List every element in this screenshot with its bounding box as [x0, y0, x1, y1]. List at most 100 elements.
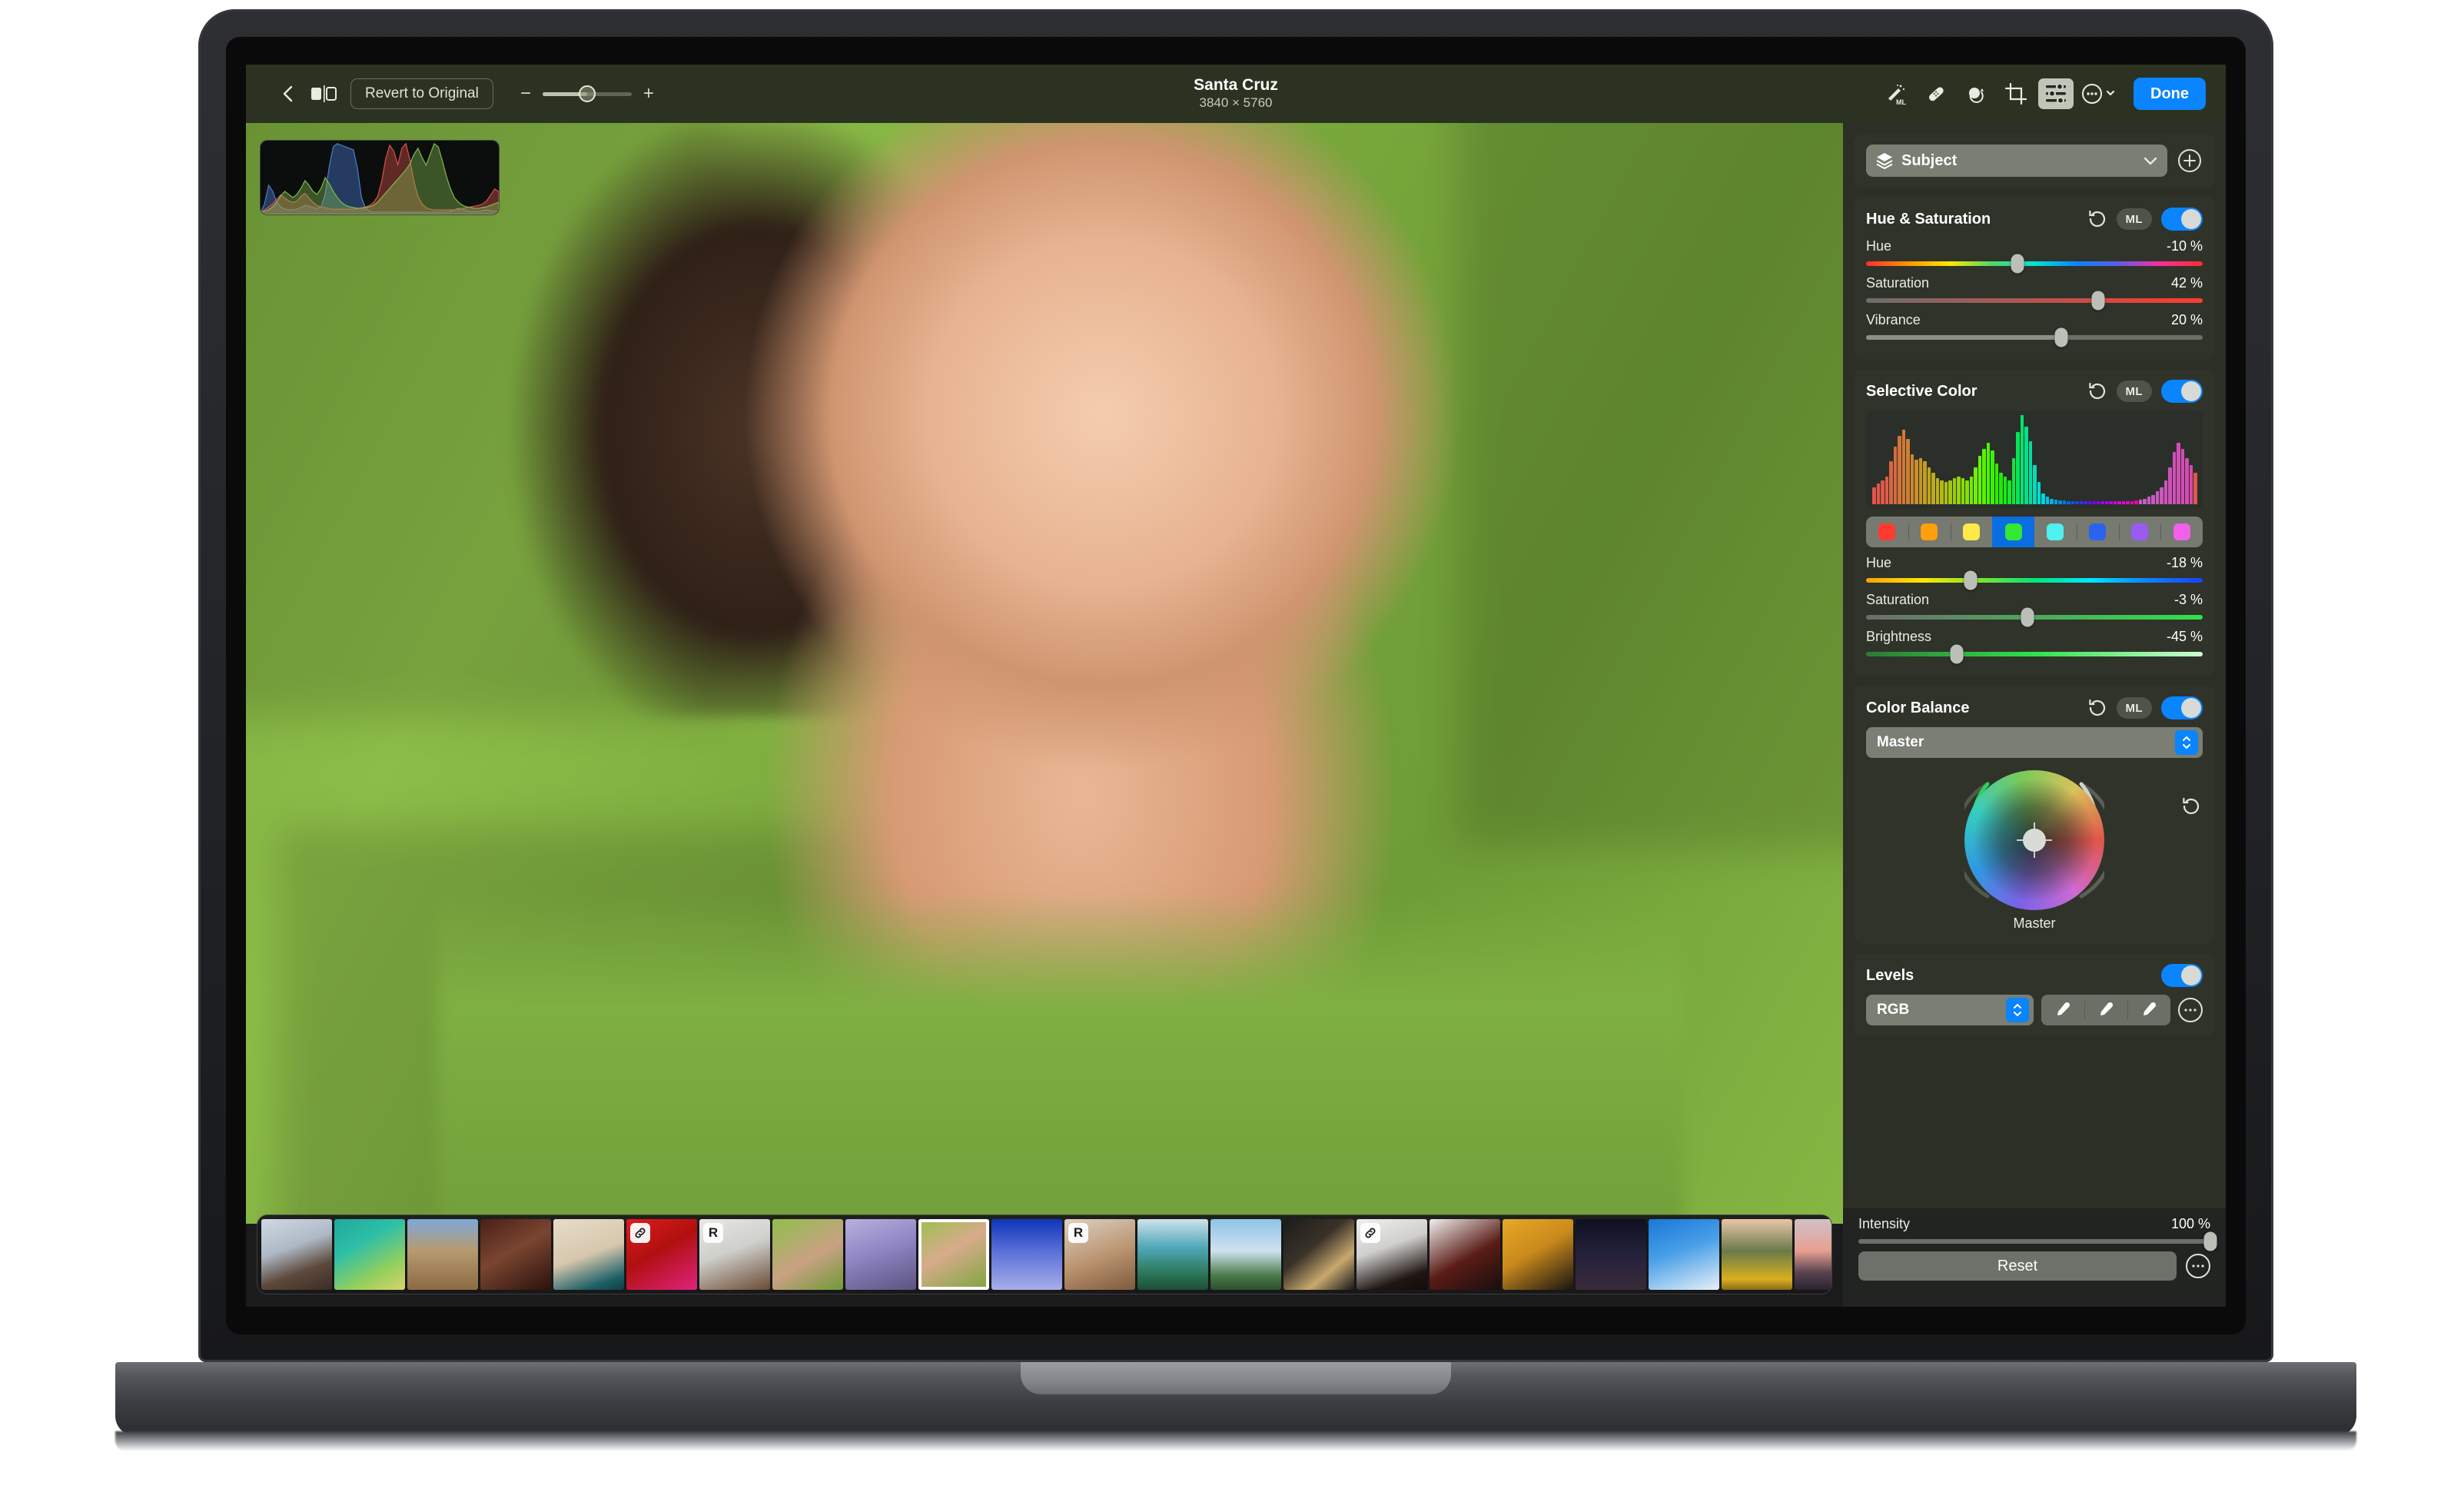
hue-histogram-bar — [1931, 472, 1935, 504]
filmstrip-thumbnail[interactable] — [1137, 1219, 1208, 1290]
hue-histogram-bar — [2087, 501, 2091, 504]
color-balance-mode-select[interactable]: Master — [1866, 727, 2203, 758]
gray-point-eyedropper-button[interactable] — [2084, 995, 2127, 1025]
filmstrip-thumbnail[interactable]: R — [699, 1219, 770, 1290]
zoom-slider[interactable] — [542, 85, 632, 102]
revert-arrow-icon[interactable] — [2087, 698, 2107, 718]
hue-saturation-vibrance-slider[interactable] — [1866, 327, 2203, 347]
wheel-handle[interactable] — [2023, 829, 2046, 852]
selective-color-saturation-knob[interactable] — [2021, 607, 2034, 627]
intensity-slider[interactable] — [1858, 1231, 2217, 1251]
color-balance-toggle[interactable] — [2161, 696, 2203, 719]
done-button[interactable]: Done — [2134, 78, 2206, 110]
swatch-cyan[interactable] — [2034, 517, 2077, 547]
hue-histogram-bar — [1948, 480, 1952, 504]
hue-saturation-vibrance-knob[interactable] — [2054, 327, 2068, 347]
swatch-green[interactable] — [1992, 517, 2034, 547]
swatch-blue[interactable] — [2076, 517, 2119, 547]
hue-histogram-bar — [2003, 476, 2007, 504]
color-balance-ml-button[interactable]: ML — [2116, 697, 2152, 719]
swatch-yellow[interactable] — [1950, 517, 1993, 547]
selective-color-brightness-knob[interactable] — [1950, 644, 1964, 664]
zoom-in-button[interactable]: + — [643, 83, 655, 105]
swatch-red[interactable] — [1866, 517, 1908, 547]
revert-to-original-button[interactable]: Revert to Original — [350, 78, 493, 109]
retouch-button[interactable] — [1918, 78, 1954, 109]
filmstrip-thumbnail[interactable] — [1503, 1219, 1573, 1290]
filmstrip-thumbnail[interactable] — [407, 1219, 478, 1290]
add-adjustment-button[interactable] — [2177, 148, 2203, 174]
swatch-purple[interactable] — [2118, 517, 2161, 547]
levels-channel-select[interactable]: RGB — [1866, 995, 2034, 1025]
adjustments-inspector: Subject Hue & Saturation ML Hue -10 % Sa… — [1843, 123, 2226, 1307]
photo-canvas[interactable] — [246, 123, 1843, 1224]
footer-more-button[interactable] — [2186, 1254, 2210, 1278]
selection-popup-button[interactable]: Subject — [1866, 145, 2167, 177]
filmstrip-thumbnail[interactable] — [480, 1219, 551, 1290]
hue-saturation-hue-knob[interactable] — [2011, 254, 2024, 274]
hue-histogram-bar — [2045, 497, 2049, 504]
filmstrip-thumbnail[interactable] — [1357, 1219, 1427, 1290]
selective-color-hue-slider[interactable] — [1866, 570, 2203, 590]
back-button[interactable] — [271, 78, 306, 109]
wheel-revert-arrow-icon[interactable] — [2181, 796, 2201, 816]
filmstrip-thumbnail[interactable] — [1283, 1219, 1354, 1290]
filmstrip-thumbnail[interactable] — [772, 1219, 843, 1290]
hue-histogram-bar — [1889, 461, 1893, 504]
selective-color-toggle[interactable] — [2161, 380, 2203, 403]
selective-color-ml-button[interactable]: ML — [2116, 380, 2152, 402]
selective-color-brightness-slider[interactable] — [1866, 644, 2203, 664]
filmstrip-thumbnail[interactable] — [626, 1219, 697, 1290]
hue-histogram-bar — [1974, 467, 1978, 504]
selective-color-hue-knob[interactable] — [1964, 570, 1978, 590]
hue-saturation-toggle[interactable] — [2161, 208, 2203, 231]
filmstrip-thumbnail[interactable]: R — [1064, 1219, 1135, 1290]
filmstrip-thumbnail[interactable] — [334, 1219, 405, 1290]
page-title: Santa Cruz — [1194, 75, 1278, 94]
color-range-swatches[interactable] — [1866, 517, 2203, 547]
filmstrip-thumbnail[interactable] — [918, 1219, 989, 1290]
hue-saturation-ml-button[interactable]: ML — [2116, 208, 2152, 230]
photo-filmstrip[interactable]: RR — [257, 1215, 1832, 1294]
hue-saturation-saturation-knob[interactable] — [2091, 291, 2105, 311]
intensity-slider-knob[interactable] — [2203, 1231, 2217, 1251]
selective-color-hue-value: -18 % — [2166, 555, 2203, 570]
levels-more-button[interactable] — [2178, 998, 2203, 1022]
hue-histogram-bar — [1982, 448, 1986, 504]
white-point-eyedropper-button[interactable] — [2127, 995, 2170, 1025]
filmstrip-thumbnail[interactable] — [261, 1219, 332, 1290]
hue-saturation-saturation-slider[interactable] — [1866, 291, 2203, 311]
compare-original-button[interactable] — [306, 78, 341, 109]
filmstrip-thumbnail[interactable] — [845, 1219, 916, 1290]
more-options-button[interactable] — [2078, 78, 2121, 109]
adjust-button[interactable] — [2038, 78, 2074, 109]
filmstrip-thumbnail[interactable] — [991, 1219, 1062, 1290]
swatch-purple-chip — [2130, 523, 2148, 540]
filmstrip-thumbnail[interactable] — [553, 1219, 624, 1290]
hue-histogram-bar — [1914, 460, 1918, 504]
hue-histogram-bar — [1999, 472, 2003, 504]
filmstrip-thumbnail[interactable] — [1649, 1219, 1719, 1290]
filmstrip-thumbnail[interactable] — [1576, 1219, 1646, 1290]
crop-button[interactable] — [1998, 78, 2034, 109]
swatch-orange[interactable] — [1908, 517, 1951, 547]
intensity-label: Intensity — [1858, 1216, 1911, 1231]
black-point-eyedropper-button[interactable] — [2041, 995, 2084, 1025]
selective-color-saturation-slider[interactable] — [1866, 607, 2203, 627]
zoom-slider-knob[interactable] — [578, 85, 596, 102]
filmstrip-thumbnail[interactable] — [1430, 1219, 1500, 1290]
swatch-magenta[interactable] — [2160, 517, 2203, 547]
hue-saturation-hue-slider[interactable] — [1866, 254, 2203, 274]
filmstrip-thumbnail[interactable] — [1722, 1219, 1792, 1290]
reset-button[interactable]: Reset — [1858, 1251, 2177, 1281]
revert-arrow-icon[interactable] — [2087, 209, 2107, 229]
auto-enhance-button[interactable]: ML — [1878, 78, 1914, 109]
more-options-icon — [2082, 84, 2115, 104]
filmstrip-thumbnail[interactable] — [1210, 1219, 1281, 1290]
filmstrip-thumbnail[interactable] — [1795, 1219, 1831, 1290]
red-eye-button[interactable] — [1958, 78, 1994, 109]
levels-toggle[interactable] — [2161, 964, 2203, 987]
revert-arrow-icon[interactable] — [2087, 381, 2107, 401]
hue-histogram-bar — [2134, 500, 2138, 504]
zoom-out-button[interactable]: − — [520, 83, 532, 105]
